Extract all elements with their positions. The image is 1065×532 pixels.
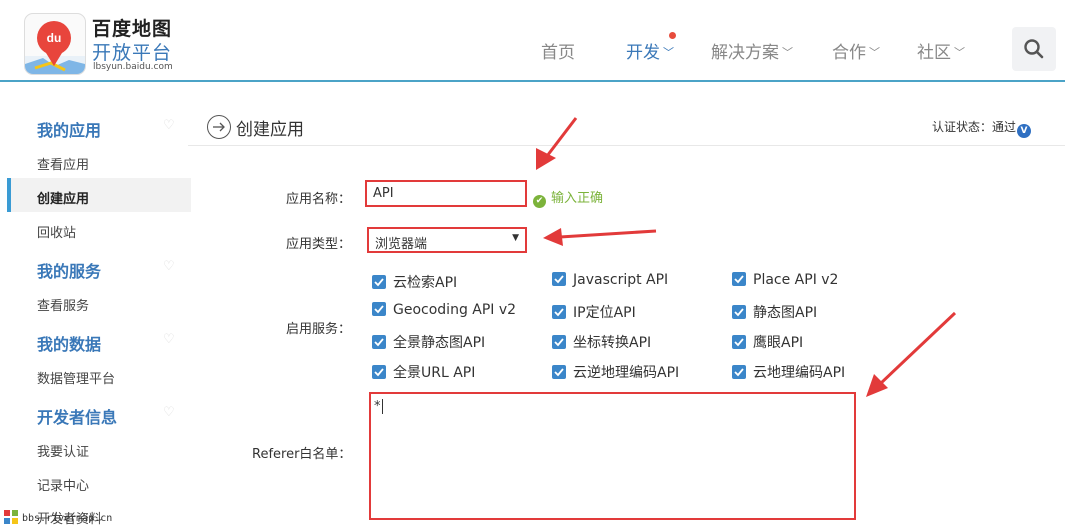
- collapse-icon: ♡: [163, 332, 175, 347]
- service-checkbox[interactable]: 鹰眼API: [732, 332, 803, 352]
- brand-subtitle: 开放平台: [92, 42, 173, 64]
- checkbox-checked-icon: [732, 335, 746, 349]
- service-checkbox[interactable]: 全景URL API: [372, 362, 475, 382]
- service-checkbox[interactable]: 坐标转换API: [552, 332, 651, 352]
- chevron-down-icon: ﹀: [782, 46, 793, 59]
- sidebar-item-view-services[interactable]: 查看服务: [37, 295, 89, 314]
- app-name-input[interactable]: API: [365, 180, 527, 207]
- nav-cooperation[interactable]: 合作 ﹀: [832, 38, 880, 63]
- services-label: 启用服务：: [286, 322, 352, 337]
- collapse-icon: ♡: [163, 118, 175, 133]
- checkbox-checked-icon: [552, 335, 566, 349]
- validation-status: ✔ 输入正确: [533, 187, 603, 208]
- sidebar-section-developer-info[interactable]: 开发者信息 ♡: [37, 404, 175, 428]
- sidebar-active-highlight: [7, 178, 191, 212]
- sidebar-item-certify[interactable]: 我要认证: [37, 441, 89, 460]
- checkbox-checked-icon: [372, 302, 386, 316]
- service-checkbox[interactable]: IP定位API: [552, 302, 636, 322]
- brand-name: 百度地图: [92, 18, 173, 40]
- svg-text:du: du: [47, 31, 62, 45]
- watermark-logo-icon: [4, 510, 18, 524]
- arrow-right-circle-icon: [207, 115, 231, 139]
- baidu-map-logo[interactable]: du: [24, 13, 86, 75]
- checkbox-checked-icon: [552, 272, 566, 286]
- service-checkbox[interactable]: 云地理编码API: [732, 362, 845, 382]
- certification-status: 认证状态：通过 V: [932, 118, 1032, 138]
- top-header: du 百度地图 开放平台 lbsyun.baidu.com 首页 开发 ﹀ 解决方…: [0, 0, 1065, 82]
- collapse-icon: ♡: [163, 405, 175, 420]
- app-type-select[interactable]: 浏览器端 ▼: [367, 227, 527, 253]
- app-type-label: 应用类型：: [286, 237, 352, 252]
- referer-whitelist-textarea[interactable]: *​: [369, 392, 856, 520]
- checkbox-checked-icon: [372, 275, 386, 289]
- checkbox-checked-icon: [552, 365, 566, 379]
- checkbox-checked-icon: [372, 365, 386, 379]
- checkbox-checked-icon: [372, 335, 386, 349]
- app-name-label: 应用名称：: [286, 192, 352, 207]
- verified-badge-icon: V: [1017, 124, 1032, 138]
- chevron-down-icon: ﹀: [954, 46, 965, 59]
- brand-domain: lbsyun.baidu.com: [93, 62, 173, 72]
- text-cursor: ​: [381, 399, 383, 414]
- sidebar-section-my-services[interactable]: 我的服务 ♡: [37, 258, 175, 282]
- service-checkbox[interactable]: 静态图API: [732, 302, 817, 322]
- sidebar-item-view-apps[interactable]: 查看应用: [37, 154, 89, 173]
- sidebar-section-my-data[interactable]: 我的数据 ♡: [37, 331, 175, 355]
- dropdown-caret-icon: ▼: [512, 233, 519, 243]
- sidebar: 我的应用 ♡ 查看应用 创建应用 回收站 我的服务 ♡ 查看服务 我的数据 ♡ 数据管…: [0, 82, 191, 532]
- title-divider: [188, 145, 1065, 146]
- service-checkbox[interactable]: 全景静态图API: [372, 332, 485, 352]
- checkbox-checked-icon: [552, 305, 566, 319]
- service-checkbox[interactable]: Place API v2: [732, 272, 838, 288]
- watermark: bbs.rivermap.cn: [4, 510, 112, 524]
- service-checkbox[interactable]: Geocoding API v2: [372, 302, 516, 318]
- sidebar-item-recycle-bin[interactable]: 回收站: [37, 222, 76, 241]
- search-icon: [1024, 39, 1044, 59]
- service-checkbox[interactable]: 云逆地理编码API: [552, 362, 679, 382]
- nav-community[interactable]: 社区 ﹀: [917, 38, 965, 63]
- page-title-text: 创建应用: [236, 120, 304, 140]
- nav-home[interactable]: 首页: [541, 38, 575, 63]
- service-checkbox[interactable]: Javascript API: [552, 272, 668, 288]
- sidebar-item-create-app[interactable]: 创建应用: [37, 188, 89, 207]
- sidebar-item-records[interactable]: 记录中心: [37, 475, 89, 494]
- checkbox-checked-icon: [732, 305, 746, 319]
- sidebar-section-my-apps[interactable]: 我的应用 ♡: [37, 117, 175, 141]
- nav-develop[interactable]: 开发 ﹀: [626, 38, 674, 63]
- check-circle-icon: ✔: [533, 195, 546, 208]
- chevron-down-icon: ﹀: [663, 46, 674, 59]
- collapse-icon: ♡: [163, 259, 175, 274]
- chevron-down-icon: ﹀: [869, 46, 880, 59]
- checkbox-checked-icon: [732, 365, 746, 379]
- nav-solutions[interactable]: 解决方案 ﹀: [711, 38, 793, 63]
- checkbox-checked-icon: [732, 272, 746, 286]
- notification-dot: [669, 32, 676, 39]
- service-checkbox[interactable]: 云检索API: [372, 272, 457, 292]
- referer-label: Referer白名单：: [252, 447, 352, 462]
- search-button[interactable]: [1012, 27, 1056, 71]
- sidebar-item-data-platform[interactable]: 数据管理平台: [37, 368, 115, 387]
